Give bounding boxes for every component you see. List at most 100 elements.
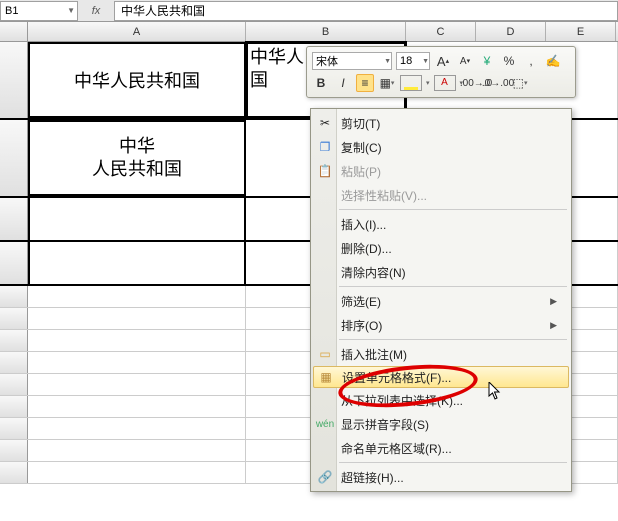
name-box[interactable]: B1 ▼: [0, 1, 78, 21]
menu-format-cells-label: 设置单元格格式(F)...: [342, 369, 451, 386]
cell-A4[interactable]: [28, 242, 246, 284]
font-size-selector[interactable]: 18 ▼: [396, 52, 430, 70]
menu-cut[interactable]: ✂ 剪切(T): [311, 111, 571, 135]
menu-separator: [339, 339, 567, 340]
cell-A11[interactable]: [28, 418, 246, 439]
menu-separator: [339, 462, 567, 463]
row-header-13[interactable]: [0, 462, 28, 483]
menu-format-cells[interactable]: ▦ 设置单元格格式(F)...: [313, 366, 569, 388]
menu-insert-comment[interactable]: ▭ 插入批注(M): [311, 342, 571, 366]
menu-dropdown-list[interactable]: 从下拉列表中选择(K)...: [311, 388, 571, 412]
font-selector[interactable]: 宋体▼: [312, 52, 392, 70]
col-header-C[interactable]: C: [406, 22, 476, 41]
col-header-E[interactable]: E: [546, 22, 616, 41]
menu-paste-label: 粘贴(P): [341, 163, 381, 180]
currency-button[interactable]: ¥: [478, 52, 496, 70]
cell-A3[interactable]: [28, 198, 246, 240]
menu-filter[interactable]: 筛选(E) ▶: [311, 289, 571, 313]
formula-value: 中华人民共和国: [121, 2, 205, 19]
menu-paste: 📋 粘贴(P): [311, 159, 571, 183]
menu-phonetic-label: 显示拼音字段(S): [341, 416, 429, 433]
phonetic-icon: wén: [317, 416, 333, 432]
cell-A12[interactable]: [28, 440, 246, 461]
menu-name-range[interactable]: 命名单元格区域(R)...: [311, 436, 571, 460]
font-dropdown-icon: ▼: [384, 58, 391, 65]
cell-A10[interactable]: [28, 396, 246, 417]
menu-insert-comment-label: 插入批注(M): [341, 346, 407, 363]
row-header-8[interactable]: [0, 352, 28, 373]
menu-delete[interactable]: 删除(D)...: [311, 236, 571, 260]
cell-A6[interactable]: [28, 308, 246, 329]
menu-clear-label: 清除内容(N): [341, 264, 406, 281]
menu-hyperlink-label: 超链接(H)...: [341, 469, 404, 486]
select-all-corner[interactable]: [0, 22, 28, 41]
format-painter-button[interactable]: ✍: [544, 52, 562, 70]
row-header-5[interactable]: [0, 286, 28, 307]
row-header-7[interactable]: [0, 330, 28, 351]
menu-cut-label: 剪切(T): [341, 115, 380, 132]
percent-button[interactable]: %: [500, 52, 518, 70]
row-header-10[interactable]: [0, 396, 28, 417]
menu-separator: [339, 209, 567, 210]
cell-A2-line2: 人民共和国: [92, 158, 182, 181]
col-header-A[interactable]: A: [28, 22, 246, 41]
increase-decimal-button[interactable]: .0→.00: [489, 74, 507, 92]
formula-input[interactable]: 中华人民共和国: [114, 1, 618, 21]
grow-font-button[interactable]: A▴: [434, 52, 452, 70]
menu-clear[interactable]: 清除内容(N): [311, 260, 571, 284]
scissors-icon: ✂: [317, 115, 333, 131]
row-header-11[interactable]: [0, 418, 28, 439]
name-box-dropdown-icon[interactable]: ▼: [67, 6, 77, 15]
menu-copy[interactable]: ❐ 复制(C): [311, 135, 571, 159]
menu-sort[interactable]: 排序(O)▶: [311, 313, 571, 337]
cell-A2-line1: 中华: [119, 135, 155, 158]
cell-A13[interactable]: [28, 462, 246, 483]
italic-button[interactable]: I: [334, 74, 352, 92]
menu-hyperlink[interactable]: 🔗超链接(H)...: [311, 465, 571, 489]
cell-A1-text: 中华人民共和国: [74, 67, 200, 93]
menu-copy-label: 复制(C): [341, 139, 382, 156]
paste-icon: 📋: [317, 163, 333, 179]
fill-color-button[interactable]: [400, 75, 422, 91]
format-cells-icon: ▦: [318, 369, 334, 385]
row-header-12[interactable]: [0, 440, 28, 461]
merge-button[interactable]: ⬚▾: [511, 74, 529, 92]
submenu-arrow-icon: ▶: [550, 320, 557, 331]
cell-A8[interactable]: [28, 352, 246, 373]
row-header-3[interactable]: [0, 198, 28, 240]
menu-filter-label: 筛选(E): [341, 293, 381, 310]
cell-A1[interactable]: 中华人民共和国: [28, 42, 246, 118]
submenu-arrow-icon: ▶: [550, 296, 557, 307]
menu-separator: [339, 286, 567, 287]
font-color-button[interactable]: A: [434, 75, 456, 91]
bold-button[interactable]: B: [312, 74, 330, 92]
row-header-1[interactable]: [0, 42, 28, 118]
menu-phonetic[interactable]: wén 显示拼音字段(S): [311, 412, 571, 436]
align-center-button[interactable]: ≡: [356, 74, 374, 92]
cell-A9[interactable]: [28, 374, 246, 395]
font-size: 18: [400, 55, 412, 67]
col-header-B[interactable]: B: [246, 22, 406, 41]
fx-icon[interactable]: fx: [78, 5, 114, 17]
shrink-font-button[interactable]: A▾: [456, 52, 474, 70]
row-header-2[interactable]: [0, 120, 28, 196]
row-header-6[interactable]: [0, 308, 28, 329]
cell-A7[interactable]: [28, 330, 246, 351]
borders-button[interactable]: ▦▾: [378, 74, 396, 92]
size-dropdown-icon: ▼: [422, 58, 429, 65]
copy-icon: ❐: [317, 139, 333, 155]
fill-color-dropdown-icon[interactable]: ▾: [426, 79, 430, 87]
cell-A2[interactable]: 中华 人民共和国: [28, 120, 246, 196]
cell-A5[interactable]: [28, 286, 246, 307]
col-header-D[interactable]: D: [476, 22, 546, 41]
comma-button[interactable]: ,: [522, 52, 540, 70]
context-menu: ✂剪切(T) ❐复制(C) 📋粘贴(P) 选择性粘贴(V)... 插入(I)..…: [310, 108, 572, 492]
name-box-value: B1: [5, 5, 18, 17]
column-headers: A B C D E: [0, 22, 618, 42]
menu-insert[interactable]: 插入(I)...: [311, 212, 571, 236]
row-header-4[interactable]: [0, 242, 28, 284]
row-header-9[interactable]: [0, 374, 28, 395]
cell-B1-line1: 中华人: [250, 46, 304, 69]
formula-bar: B1 ▼ fx 中华人民共和国: [0, 0, 618, 22]
comment-icon: ▭: [317, 346, 333, 362]
